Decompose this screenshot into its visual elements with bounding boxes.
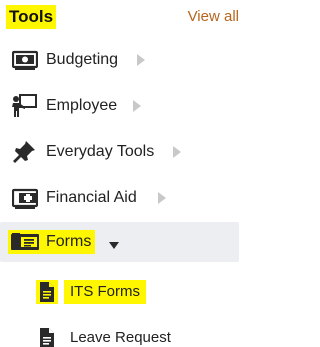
presenter-icon xyxy=(12,94,38,118)
view-all-link[interactable]: View all xyxy=(188,6,239,28)
chevron-right-icon xyxy=(132,99,142,113)
submenu-item-label: ITS Forms xyxy=(64,280,146,304)
chevron-right-icon xyxy=(172,145,182,159)
chevron-right-icon xyxy=(157,191,167,205)
menu-item-forms[interactable]: Forms xyxy=(0,222,239,262)
menu-item-label: Everyday Tools xyxy=(46,143,155,160)
menu-item-label: Employee xyxy=(46,97,118,114)
chevron-right-icon xyxy=(136,53,146,67)
submenu-label-wrap: ITS Forms xyxy=(64,272,146,312)
folder-icon xyxy=(8,230,42,254)
menu-item-label: Financial Aid xyxy=(46,189,137,206)
document-icon xyxy=(38,327,56,347)
menu-item-employee[interactable]: Employee xyxy=(0,86,243,126)
menu-item-budgeting[interactable]: Budgeting xyxy=(0,40,243,80)
submenu-item-leave-request[interactable]: Leave Request xyxy=(0,318,243,347)
submenu-item-label: Leave Request xyxy=(70,329,171,346)
submenu-item-its-forms[interactable]: ITS Forms xyxy=(0,272,243,312)
panel-header: Tools View all xyxy=(0,0,243,36)
tools-panel: Tools View all Budgeting Employee Everyd… xyxy=(0,0,243,347)
medical-kit-icon xyxy=(12,186,38,210)
menu-item-everyday-tools[interactable]: Everyday Tools xyxy=(0,132,243,172)
pin-icon xyxy=(12,140,38,164)
menu-item-label-wrap: Forms xyxy=(42,222,96,262)
panel-title: Tools xyxy=(6,5,57,29)
menu-item-label: Forms xyxy=(42,230,96,254)
menu-item-label: Budgeting xyxy=(46,51,119,68)
money-icon xyxy=(12,48,38,72)
document-icon xyxy=(36,280,58,304)
menu-item-financial-aid[interactable]: Financial Aid xyxy=(0,178,243,218)
chevron-down-icon xyxy=(108,238,120,249)
